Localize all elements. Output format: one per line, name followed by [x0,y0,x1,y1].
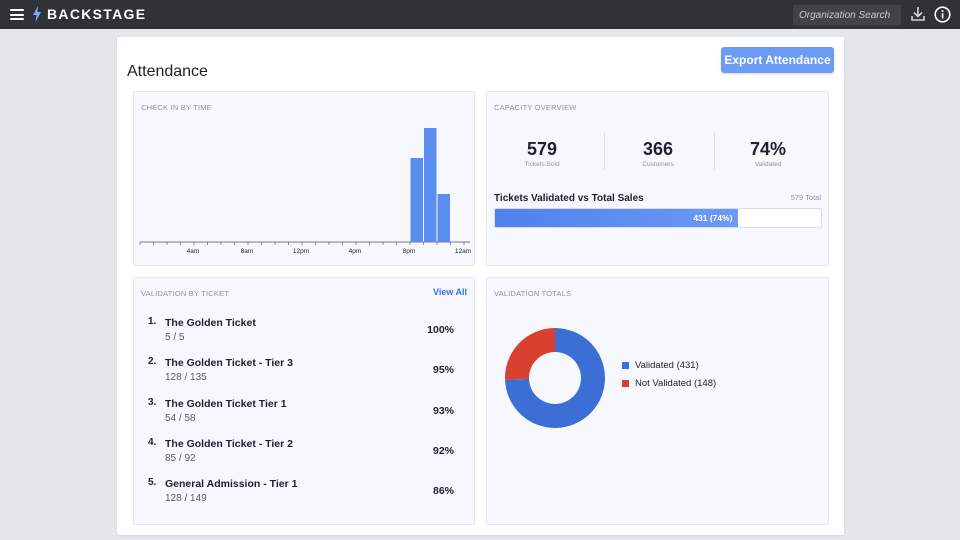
stat-label: Validated [754,161,782,168]
attendance-card: Attendance Export Attendance CHECK IN BY… [117,37,844,535]
stat-value: 579 [526,139,558,159]
ticket-name: The Golden Ticket - Tier 2 [165,437,293,450]
brand-logo-text[interactable]: BACKSTAGE [47,6,146,22]
validation-donut-chart [505,328,605,428]
panel-title: VALIDATION TOTALS [494,289,572,298]
x-tick-label: 12am [455,248,471,255]
ticket-name: The Golden Ticket [165,317,256,329]
ticket-count: 5 / 5 [165,332,185,343]
ticket-percent: 100% [427,324,454,336]
donut-legend: Validated (431) Not Validated (148) [622,356,716,392]
bar-9pm-10pm [424,128,437,242]
validated-vs-sales-title: Tickets Validated vs Total Sales [494,193,644,204]
page-title: Attendance [127,63,208,80]
validated-progress-bar: 431 (74%) [494,208,822,228]
ticket-name: The Golden Ticket Tier 1 [165,397,287,410]
stat-label: Tickets Sold [524,161,560,168]
bar-8pm-9pm [410,158,423,242]
validation-totals-panel: VALIDATION TOTALS Validated (431) Not Va… [486,277,829,525]
legend-count: (148) [693,377,717,389]
progress-label: 431 (74%) [693,213,733,223]
list-item: 3. The Golden Ticket Tier 1 54 / 58 93% [148,397,458,437]
validation-by-ticket-panel: VALIDATION BY TICKET View All 1. The Gol… [133,277,475,525]
chart-bars [410,128,450,242]
check-in-chart: 4am 8am 12pm 4pm 8pm 12am [139,128,471,255]
stat-value: 74% [749,139,787,159]
ticket-rank: 2. [148,356,157,368]
x-tick-label: 8pm [403,248,416,255]
panel-title: VALIDATION BY TICKET [141,289,230,298]
ticket-name: General Admission - Tier 1 [165,478,298,491]
ticket-count: 85 / 92 [165,452,196,464]
ticket-count: 128 / 135 [165,372,207,384]
stat-label: Customers [642,161,674,168]
stat-tickets-sold: 579 Tickets Sold [487,139,597,168]
view-all-link[interactable]: View All [433,287,467,297]
x-tick-label: 8am [241,248,254,255]
ticket-percent: 93% [432,404,454,417]
total-sales-label: 579 Total [790,193,821,202]
legend-swatch [622,361,629,369]
ticket-percent: 95% [432,364,454,377]
legend-label: Validated [635,359,674,371]
ticket-name: The Golden Ticket - Tier 3 [165,357,293,370]
list-item: 2. The Golden Ticket - Tier 3 128 / 135 … [148,356,458,396]
ticket-percent: 92% [432,444,454,457]
validated-progress-fill: 431 (74%) [495,209,738,227]
ticket-rank: 1. [148,316,157,327]
legend-label: Not Validated [635,377,692,389]
bolt-icon [33,6,41,22]
ticket-percent: 86% [432,485,454,498]
x-tick-label: 4pm [349,248,362,255]
organization-search-input[interactable] [793,5,901,25]
download-icon[interactable] [910,6,926,22]
ticket-count: 54 / 58 [165,412,196,424]
stat-value: 366 [642,139,674,159]
x-tick-label: 4am [187,248,200,255]
panel-title: CAPACITY OVERVIEW [494,103,577,112]
check-in-by-time-panel: CHECK IN BY TIME 4am 8am 12pm 4pm 8pm 12am [133,91,475,266]
list-item: 4. The Golden Ticket - Tier 2 85 / 92 92… [148,437,458,477]
ticket-rank: 5. [148,477,157,489]
x-axis-tick-labels: 4am 8am 12pm 4pm 8pm 12am [187,248,471,255]
menu-icon[interactable] [10,9,24,20]
export-attendance-button[interactable]: Export Attendance [721,47,834,73]
ticket-count: 128 / 149 [165,493,207,505]
list-item: 1. The Golden Ticket 5 / 5 100% [148,316,458,356]
legend-item-not-validated: Not Validated (148) [622,374,716,392]
donut-slice-not-validated [505,328,555,380]
stat-validated: 74% Validated [713,139,823,168]
ticket-rank: 4. [148,436,157,448]
capacity-overview-panel: CAPACITY OVERVIEW 579 Tickets Sold 366 C… [486,91,829,266]
legend-count: (431) [676,359,699,371]
stat-customers: 366 Customers [603,139,713,168]
ticket-list: 1. The Golden Ticket 5 / 5 100% 2. The G… [148,316,458,517]
x-tick-label: 12pm [293,248,309,255]
bar-10pm-11pm [437,194,450,242]
info-icon[interactable] [934,6,951,23]
x-axis-ticks [139,242,465,245]
list-item: 5. General Admission - Tier 1 128 / 149 … [148,477,458,517]
legend-item-validated: Validated (431) [622,356,716,374]
ticket-rank: 3. [148,396,157,408]
legend-swatch [622,379,629,387]
top-bar: BACKSTAGE [0,0,960,29]
